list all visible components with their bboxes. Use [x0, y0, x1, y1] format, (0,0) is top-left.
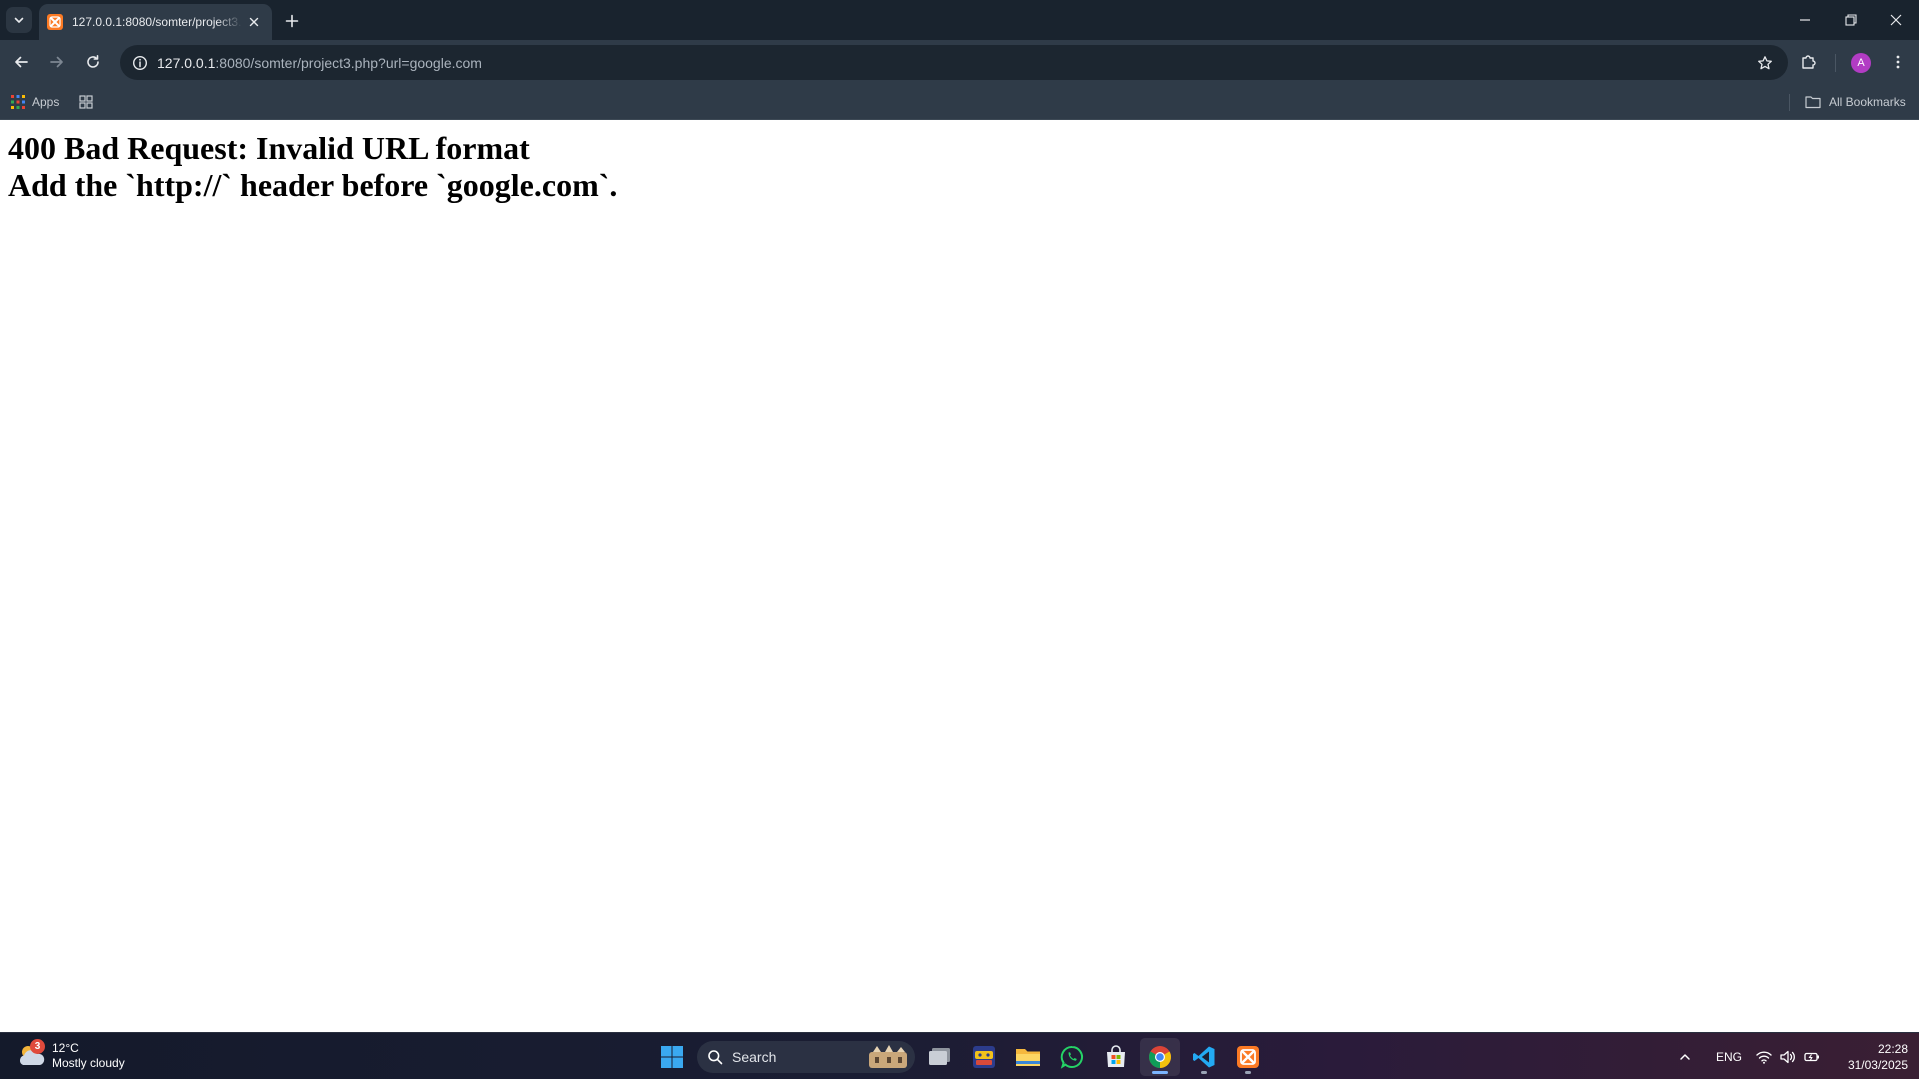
address-bar[interactable]: 127.0.0.1:8080/somter/project3.php?url=g… [120, 45, 1788, 80]
cloud-icon: 3 [16, 1039, 46, 1071]
chrome-icon [1149, 1046, 1171, 1068]
plus-icon [285, 14, 299, 28]
taskbar-task-view[interactable] [920, 1038, 960, 1076]
active-app-indicator [1152, 1071, 1168, 1074]
bookmark-star-button[interactable] [1750, 48, 1780, 78]
bookmark-apps-label: Apps [32, 95, 60, 109]
info-icon [132, 55, 148, 70]
start-button[interactable] [652, 1038, 692, 1076]
tab-search-button[interactable] [6, 7, 32, 33]
weather-temperature: 12°C [52, 1041, 79, 1055]
weather-badge: 3 [30, 1039, 45, 1054]
tab-strip: 127.0.0.1:8080/somter/project3.php?url=g… [0, 0, 1919, 40]
url-text[interactable]: 127.0.0.1:8080/somter/project3.php?url=g… [157, 55, 482, 71]
weather-text: 12°C Mostly cloudy [52, 1041, 125, 1071]
search-icon [708, 1050, 723, 1065]
search-highlight-illustration [869, 1045, 907, 1068]
tab-title: 127.0.0.1:8080/somter/project3.php?url=g… [72, 15, 242, 29]
whatsapp-icon [1060, 1045, 1083, 1069]
taskbar-chrome[interactable] [1140, 1038, 1180, 1076]
url-host: 127.0.0.1 [157, 54, 216, 71]
apps-grid-icon [11, 95, 25, 109]
system-clock[interactable]: 22:28 31/03/2025 [1828, 1041, 1908, 1073]
arrow-left-icon [15, 56, 28, 68]
menu-button[interactable] [1883, 47, 1913, 77]
restore-icon [1845, 14, 1857, 26]
language-label: ENG [1716, 1049, 1743, 1064]
weather-widget[interactable]: 3 12°C Mostly cloudy [16, 1039, 125, 1071]
new-tab-button[interactable] [279, 8, 305, 34]
quick-settings-button[interactable] [1756, 1033, 1820, 1079]
volume-icon [1780, 1050, 1795, 1063]
language-indicator[interactable]: ENG [1716, 1033, 1742, 1079]
wifi-icon [1756, 1050, 1772, 1064]
all-bookmarks-label: All Bookmarks [1829, 95, 1906, 109]
tray-overflow-button[interactable] [1678, 1033, 1692, 1079]
folder-icon [1805, 96, 1821, 109]
all-bookmarks-button[interactable]: All Bookmarks [1805, 91, 1906, 113]
back-button[interactable] [6, 47, 36, 77]
taskbar-search[interactable]: Search [697, 1041, 915, 1073]
microsoft-store-icon [1107, 1045, 1125, 1067]
running-app-indicator [1201, 1071, 1207, 1074]
bookmarks-bar: Apps All Bookmarks [0, 85, 1919, 120]
clock-time: 22:28 [1877, 1042, 1908, 1056]
windows-taskbar: 3 12°C Mostly cloudy Search ENG 22:28 31… [0, 1032, 1919, 1079]
task-view-icon [929, 1048, 950, 1065]
close-icon [1890, 14, 1902, 26]
clock-date: 31/03/2025 [1847, 1058, 1908, 1072]
file-explorer-icon [1016, 1049, 1040, 1066]
taskbar-whatsapp[interactable] [1052, 1038, 1092, 1076]
chevron-up-icon [1680, 1053, 1690, 1060]
desktop-screen: 127.0.0.1:8080/somter/project3.php?url=g… [0, 0, 1919, 1079]
weather-condition: Mostly cloudy [52, 1056, 125, 1070]
game-app-icon [973, 1046, 995, 1068]
extensions-button[interactable] [1794, 47, 1824, 77]
vscode-icon [1193, 1046, 1215, 1068]
chevron-down-icon [14, 17, 24, 23]
error-heading: 400 Bad Request: Invalid URL format [8, 130, 530, 166]
close-window-button[interactable] [1873, 0, 1919, 40]
star-icon [1758, 56, 1772, 70]
profile-avatar[interactable]: A [1851, 53, 1871, 73]
reload-icon [87, 55, 99, 68]
toolbar-divider [1835, 54, 1836, 72]
bookmarks-divider [1789, 94, 1790, 111]
puzzle-icon [1802, 55, 1816, 69]
battery-icon [1804, 1052, 1819, 1061]
close-icon [249, 17, 259, 27]
taskbar-vscode[interactable] [1184, 1038, 1224, 1076]
bookmark-apps[interactable]: Apps [11, 91, 59, 113]
restore-button[interactable] [1828, 0, 1874, 40]
more-vertical-icon [1896, 55, 1900, 69]
windows-start-icon [661, 1046, 683, 1068]
taskbar-microsoft-store[interactable] [1096, 1038, 1136, 1076]
xampp-favicon-icon [47, 14, 63, 30]
page-content: 400 Bad Request: Invalid URL format Add … [0, 121, 1919, 1032]
taskbar-game-app[interactable] [964, 1038, 1004, 1076]
minimize-icon [1800, 19, 1810, 21]
tab-close-button[interactable] [244, 12, 264, 32]
taskbar-xampp[interactable] [1228, 1038, 1268, 1076]
error-hint: Add the `http://` header before `google.… [8, 167, 618, 203]
active-tab[interactable]: 127.0.0.1:8080/somter/project3.php?url=g… [39, 4, 272, 40]
grid-icon [79, 95, 93, 109]
bookmark-tab-groups[interactable] [77, 93, 95, 111]
browser-toolbar: 127.0.0.1:8080/somter/project3.php?url=g… [0, 40, 1919, 85]
site-info-button[interactable] [123, 45, 157, 80]
reload-button[interactable] [78, 47, 108, 77]
search-placeholder: Search [732, 1049, 777, 1065]
xampp-icon [1237, 1046, 1259, 1068]
running-app-indicator [1245, 1071, 1251, 1074]
forward-button[interactable] [42, 47, 72, 77]
arrow-right-icon [50, 56, 63, 68]
taskbar-file-explorer[interactable] [1008, 1038, 1048, 1076]
url-path: :8080/somter/project3.php?url=google.com [215, 54, 482, 71]
minimize-button[interactable] [1782, 0, 1828, 40]
